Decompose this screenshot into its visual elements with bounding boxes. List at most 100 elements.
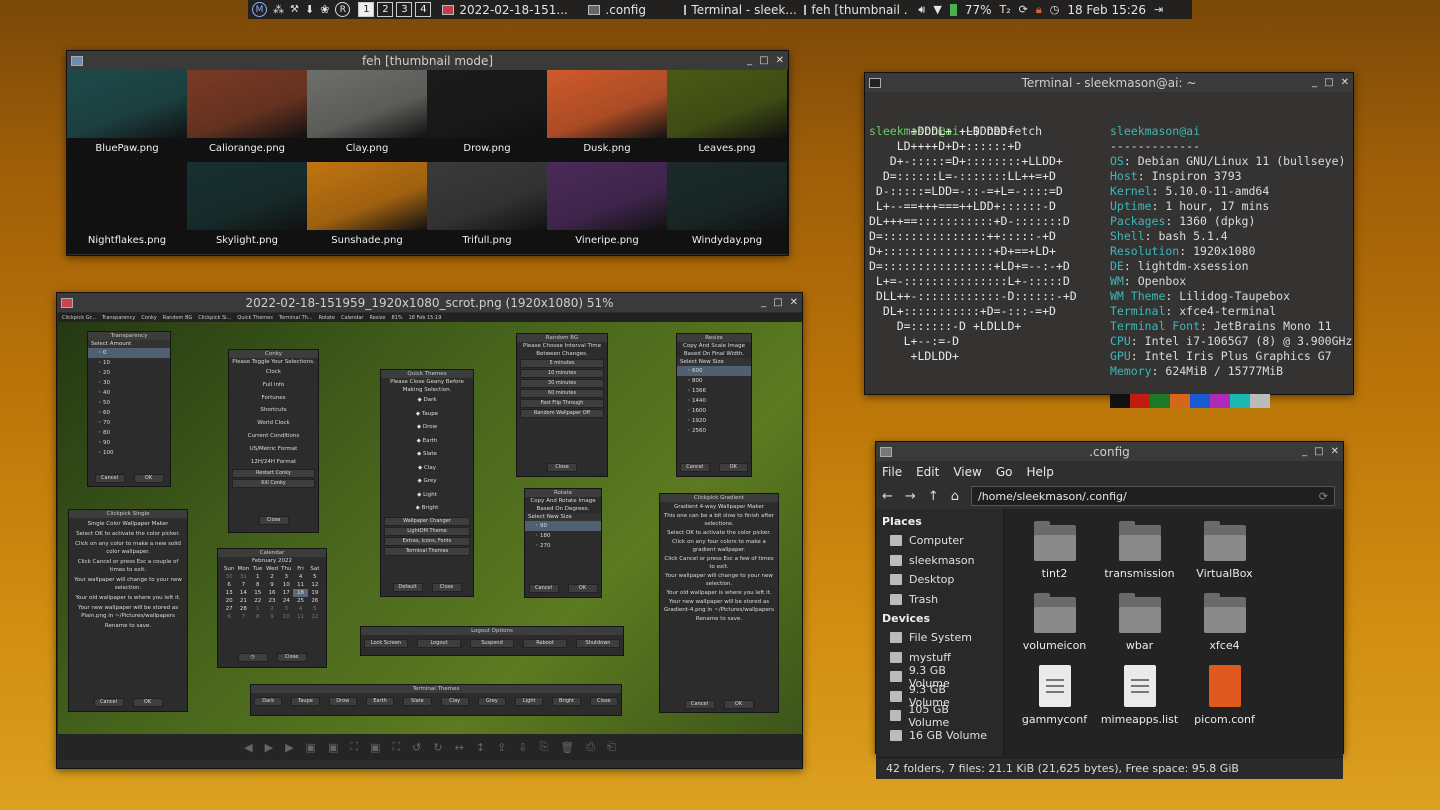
reload-icon[interactable]: ⟳: [1319, 490, 1328, 503]
sidebar-item[interactable]: 105 GB Volume: [876, 703, 1003, 729]
mini-button[interactable]: OK: [723, 700, 754, 709]
viewer-tool-icon[interactable]: ▶: [285, 741, 293, 754]
viewer-tool-icon[interactable]: ⇪: [497, 741, 506, 754]
calendar-day[interactable]: 14: [236, 589, 250, 597]
mini-button[interactable]: 5 minutes: [520, 359, 604, 368]
mini-button[interactable]: OK: [718, 463, 748, 472]
sidebar-item[interactable]: Trash: [876, 590, 1003, 610]
calendar-day[interactable]: 19: [308, 589, 322, 597]
mini-list-row[interactable]: ◦ 50: [88, 398, 170, 408]
mini-list-row[interactable]: ◦ 90: [525, 521, 601, 531]
viewer-tool-icon[interactable]: ▶: [265, 741, 273, 754]
file-item[interactable]: picom.conf: [1182, 663, 1267, 735]
maximize-button[interactable]: □: [773, 297, 782, 308]
screenshot-image[interactable]: Clickpick Gr... Transparency Conky Random B…: [58, 313, 802, 734]
calendar-day[interactable]: 12: [308, 581, 322, 589]
mini-button[interactable]: Lock Screen: [364, 639, 408, 648]
mini-list-row[interactable]: ◦ 70: [88, 418, 170, 428]
battery-icon[interactable]: [949, 3, 957, 16]
calendar-day[interactable]: 24: [279, 597, 293, 605]
close-button[interactable]: ✕: [790, 297, 798, 308]
minimize-button[interactable]: _: [1312, 77, 1317, 88]
sidebar-item[interactable]: Computer: [876, 531, 1003, 551]
feh-titlebar[interactable]: feh [thumbnail mode] _ □ ✕: [67, 51, 788, 70]
thumbnail[interactable]: Vineripe.png: [547, 162, 667, 254]
mini-button[interactable]: Shutdown: [576, 639, 620, 648]
calendar-day[interactable]: 27: [222, 605, 236, 613]
close-button[interactable]: ✕: [1331, 446, 1339, 457]
file-item[interactable]: wbar: [1097, 591, 1182, 663]
calendar-day[interactable]: 6: [222, 613, 236, 621]
mini-button[interactable]: OK: [133, 474, 164, 483]
viewer-tool-icon[interactable]: ⎘: [539, 740, 548, 754]
calendar-day[interactable]: 25: [293, 597, 307, 605]
file-item[interactable]: mimeapps.list: [1097, 663, 1182, 735]
calendar-day[interactable]: 7: [236, 613, 250, 621]
viewer-tool-icon[interactable]: ↻: [433, 741, 442, 754]
calendar-day[interactable]: 8: [251, 613, 265, 621]
r-launcher-icon[interactable]: R: [335, 2, 351, 17]
calendar-day[interactable]: 31: [236, 573, 250, 581]
calendar-day[interactable]: 9: [265, 581, 279, 589]
maximize-button[interactable]: □: [759, 55, 768, 66]
thumbnail[interactable]: Dusk.png: [547, 70, 667, 162]
mini-list-row[interactable]: ◦ 180: [525, 531, 601, 541]
fm-titlebar[interactable]: .config _ □ ✕: [876, 442, 1343, 461]
thumbnail[interactable]: Caliorange.png: [187, 70, 307, 162]
calendar-day[interactable]: 26: [308, 597, 322, 605]
clock[interactable]: 18 Feb 15:26: [1067, 3, 1146, 17]
close-button[interactable]: ✕: [1341, 77, 1349, 88]
viewer-tool-icon[interactable]: ◀: [244, 741, 252, 754]
calendar-day[interactable]: 3: [279, 573, 293, 581]
home-icon[interactable]: ⌂: [951, 489, 959, 504]
location-bar[interactable]: /home/sleekmason/.config/ ⟳: [970, 486, 1335, 506]
thumbnail[interactable]: Leaves.png: [667, 70, 787, 162]
mini-list-row[interactable]: ◦ 20: [88, 368, 170, 378]
calendar-day[interactable]: 8: [251, 581, 265, 589]
calendar-day[interactable]: 15: [251, 589, 265, 597]
mini-button[interactable]: Kill Conky: [232, 479, 315, 489]
calendar-day[interactable]: 12: [308, 613, 322, 621]
logout-icon[interactable]: ⇥: [1154, 3, 1163, 16]
viewer-tool-icon[interactable]: ▣: [306, 741, 316, 754]
thumbnail[interactable]: Skylight.png: [187, 162, 307, 254]
maximize-button[interactable]: □: [1324, 77, 1333, 88]
calendar-day[interactable]: 18: [293, 589, 308, 597]
mini-button[interactable]: Close: [258, 516, 289, 525]
mini-list-row[interactable]: ◦ 600: [677, 366, 751, 376]
workspace-3[interactable]: 3: [396, 2, 413, 17]
sidebar-item[interactable]: 16 GB Volume: [876, 726, 1003, 746]
mini-button[interactable]: Cancel: [528, 584, 559, 593]
calendar-day[interactable]: 5: [308, 605, 322, 613]
calendar-day[interactable]: 2: [265, 573, 279, 581]
mini-list-row[interactable]: ◦ 100: [88, 448, 170, 458]
taskbar-item-terminal[interactable]: Terminal - sleek...: [684, 3, 796, 17]
calendar-day[interactable]: 30: [222, 573, 236, 581]
mini-list-row[interactable]: ◦ 10: [88, 358, 170, 368]
file-item[interactable]: transmission: [1097, 519, 1182, 591]
viewer-tool-icon[interactable]: ↕: [476, 741, 485, 754]
thumbnail[interactable]: Drow.png: [427, 70, 547, 162]
mini-list-row[interactable]: ◦ 0: [88, 348, 170, 358]
wifi-icon[interactable]: ▼: [933, 3, 941, 16]
calendar-day[interactable]: 1: [251, 605, 265, 613]
file-item[interactable]: VirtualBox: [1182, 519, 1267, 591]
mini-list-row[interactable]: ◦ 80: [88, 428, 170, 438]
mini-list-row[interactable]: ◦ 1440: [677, 396, 751, 406]
file-item[interactable]: gammyconf: [1012, 663, 1097, 735]
taskbar-item-config[interactable]: .config: [588, 3, 668, 17]
calendar-day[interactable]: 17: [279, 589, 293, 597]
minimize-button[interactable]: _: [747, 55, 752, 66]
calendar-day[interactable]: 10: [279, 581, 293, 589]
mini-button[interactable]: Random Wallpaper Off: [520, 409, 604, 418]
sidebar-item[interactable]: Desktop: [876, 570, 1003, 590]
viewer-tool-icon[interactable]: ⛶: [350, 740, 358, 754]
mini-button[interactable]: Restart Conky: [232, 469, 315, 479]
mini-list-row[interactable]: ◦ 2560: [677, 426, 751, 436]
mini-list-row[interactable]: ◦ 60: [88, 408, 170, 418]
workspace-2[interactable]: 2: [377, 2, 394, 17]
calendar-day[interactable]: 28: [236, 605, 250, 613]
mini-button[interactable]: 10 minutes: [520, 369, 604, 378]
viewer-tool-icon[interactable]: ▣: [328, 741, 338, 754]
terminal-content[interactable]: sleekmason@ai:~$ neofetch +DDDL+ +LDDDDD…: [865, 92, 1353, 408]
